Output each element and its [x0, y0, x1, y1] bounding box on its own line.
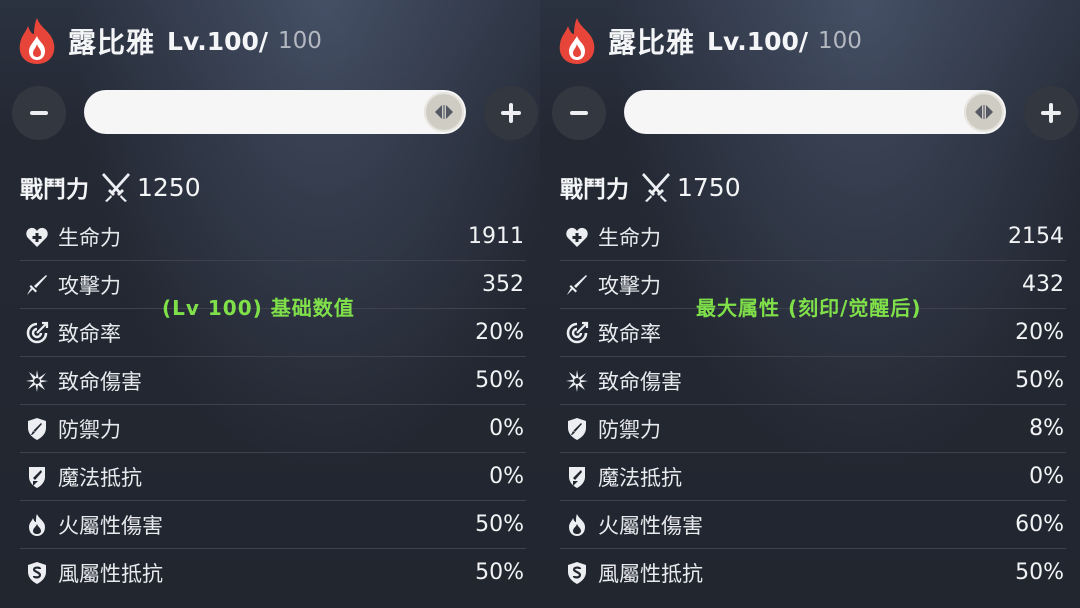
stat-row-fire-damage: 火屬性傷害 50% — [20, 501, 526, 549]
wind-shield-icon — [565, 561, 589, 585]
crossed-swords-icon — [639, 170, 673, 204]
stat-row-magic-resist: 魔法抵抗 0% — [20, 453, 526, 501]
sword-icon — [565, 273, 589, 297]
stat-label: 攻擊力 — [58, 273, 121, 298]
stat-label: 魔法抵抗 — [58, 465, 142, 490]
stat-value: 352 — [482, 272, 524, 297]
stat-row-crit-damage: 致命傷害 50% — [560, 357, 1066, 405]
stat-label: 生命力 — [598, 225, 661, 250]
stat-row-fire-damage: 火屬性傷害 60% — [560, 501, 1066, 549]
character-header: 露比雅 Lv.100/ 100 — [554, 14, 862, 68]
fire-element-icon — [554, 16, 600, 66]
combat-power: 戰鬥力 1250 — [20, 170, 201, 204]
stat-value: 8% — [1029, 416, 1064, 441]
stat-value: 50% — [475, 512, 524, 537]
fire-icon — [565, 513, 589, 537]
level-decrease-button[interactable] — [552, 86, 606, 140]
stat-label: 火屬性傷害 — [58, 513, 163, 538]
stat-value: 0% — [489, 416, 524, 441]
character-header: 露比雅 Lv.100/ 100 — [14, 14, 322, 68]
stat-list: 生命力 1911 攻擊力 352 致命率 20% 致命傷害 50% 防禦力 0%… — [20, 213, 526, 596]
stat-value: 50% — [1015, 560, 1064, 585]
level-max: 100 — [278, 28, 322, 54]
magic-shield-icon — [565, 465, 589, 489]
level-increase-button[interactable] — [484, 86, 538, 140]
stat-value: 20% — [1015, 320, 1064, 345]
stat-label: 防禦力 — [58, 417, 121, 442]
stat-label: 魔法抵抗 — [598, 465, 682, 490]
level-decrease-button[interactable] — [12, 86, 66, 140]
stat-list: 生命力 2154 攻擊力 432 致命率 20% 致命傷害 50% 防禦力 8%… — [560, 213, 1066, 596]
stat-row-hp: 生命力 2154 — [560, 213, 1066, 261]
drag-arrows-icon — [972, 102, 996, 122]
stat-row-defense: 防禦力 0% — [20, 405, 526, 453]
crit-target-icon — [25, 321, 49, 345]
crossed-swords-icon — [99, 170, 133, 204]
stat-row-crit-damage: 致命傷害 50% — [20, 357, 526, 405]
magic-shield-icon — [25, 465, 49, 489]
fire-icon — [25, 513, 49, 537]
drag-arrows-icon — [432, 102, 456, 122]
stat-label: 風屬性抵抗 — [598, 561, 703, 586]
stat-row-magic-resist: 魔法抵抗 0% — [560, 453, 1066, 501]
stat-row-wind-resist: 風屬性抵抗 50% — [560, 549, 1066, 596]
stat-row-defense: 防禦力 8% — [560, 405, 1066, 453]
stat-label: 致命傷害 — [598, 369, 682, 394]
stat-value: 60% — [1015, 512, 1064, 537]
stat-row-hp: 生命力 1911 — [20, 213, 526, 261]
crit-target-icon — [565, 321, 589, 345]
level-slider[interactable] — [84, 90, 466, 134]
stat-label: 火屬性傷害 — [598, 513, 703, 538]
burst-icon — [25, 369, 49, 393]
stat-label: 致命率 — [58, 321, 121, 346]
stat-label: 致命率 — [598, 321, 661, 346]
combat-power-value: 1750 — [677, 172, 741, 202]
combat-power-label: 戰鬥力 — [20, 177, 89, 203]
stat-value: 0% — [489, 464, 524, 489]
stat-label: 致命傷害 — [58, 369, 142, 394]
shield-sword-icon — [25, 417, 49, 441]
level-increase-button[interactable] — [1024, 86, 1078, 140]
annotation-base-stats: (Lv 100) 基础数值 — [162, 296, 355, 320]
shield-sword-icon — [565, 417, 589, 441]
annotation-max-stats: 最大属性 (刻印/觉醒后) — [696, 296, 922, 320]
level-max: 100 — [818, 28, 862, 54]
wind-shield-icon — [25, 561, 49, 585]
combat-power: 戰鬥力 1750 — [560, 170, 741, 204]
level-label: Lv.100/ — [167, 26, 269, 56]
slider-handle[interactable] — [424, 92, 464, 132]
stat-value: 50% — [475, 368, 524, 393]
slider-handle[interactable] — [964, 92, 1004, 132]
character-panel-right: 露比雅 Lv.100/ 100 戰鬥力 1750 生命力 2154 攻擊力 43… — [540, 0, 1080, 608]
stat-row-wind-resist: 風屬性抵抗 50% — [20, 549, 526, 596]
stat-value: 50% — [475, 560, 524, 585]
stat-value: 1911 — [468, 224, 524, 249]
heart-plus-icon — [25, 225, 49, 249]
stat-label: 攻擊力 — [598, 273, 661, 298]
stat-label: 生命力 — [58, 225, 121, 250]
character-panel-left: 露比雅 Lv.100/ 100 戰鬥力 1250 生命力 1911 攻擊力 35… — [0, 0, 540, 608]
stat-value: 432 — [1022, 272, 1064, 297]
combat-power-label: 戰鬥力 — [560, 177, 629, 203]
sword-icon — [25, 273, 49, 297]
combat-power-value: 1250 — [137, 172, 201, 202]
stat-value: 2154 — [1008, 224, 1064, 249]
stat-label: 防禦力 — [598, 417, 661, 442]
fire-element-icon — [14, 16, 60, 66]
stat-value: 0% — [1029, 464, 1064, 489]
burst-icon — [565, 369, 589, 393]
stat-value: 20% — [475, 320, 524, 345]
stat-value: 50% — [1015, 368, 1064, 393]
stat-label: 風屬性抵抗 — [58, 561, 163, 586]
level-slider[interactable] — [624, 90, 1006, 134]
character-name: 露比雅 — [68, 26, 156, 59]
level-label: Lv.100/ — [707, 26, 809, 56]
character-name: 露比雅 — [608, 26, 696, 59]
heart-plus-icon — [565, 225, 589, 249]
